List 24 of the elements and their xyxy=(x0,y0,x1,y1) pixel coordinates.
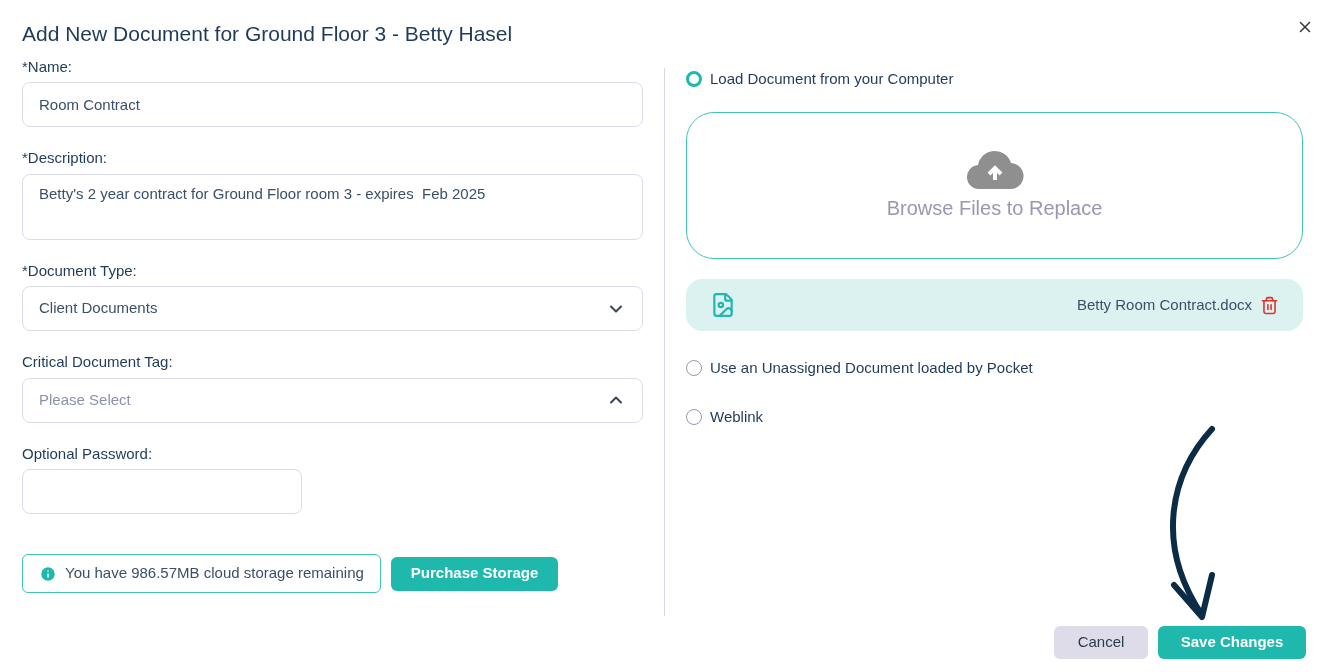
delete-icon[interactable] xyxy=(1260,295,1279,315)
name-field[interactable]: Room Contract xyxy=(22,82,643,127)
info-icon xyxy=(39,564,57,583)
field-label: *Description: xyxy=(22,148,108,168)
radio-label[interactable]: Use an Unassigned Document loaded by Pocket xyxy=(710,357,1033,380)
file-image-icon xyxy=(710,292,736,318)
radio-label[interactable]: Load Document from your Computer xyxy=(710,67,954,90)
dropdown-value: Client Documents xyxy=(39,298,158,319)
dropdown-placeholder: Please Select xyxy=(39,389,131,410)
dialog-title: Add New Document for Ground Floor 3 - Betty Hasel xyxy=(22,21,513,47)
field-label: *Name: xyxy=(22,56,73,77)
field-label: *Document Type: xyxy=(22,260,137,281)
cancel-button[interactable]: Cancel xyxy=(1054,625,1148,659)
storage-text: You have 986.57MB cloud storage remaining xyxy=(65,563,364,584)
file-name: Betty Room Contract.docx xyxy=(1076,294,1252,315)
radio-label[interactable]: Weblink xyxy=(710,405,764,428)
field-label: Optional Password: xyxy=(22,443,153,464)
description-field[interactable]: Betty's 2 year contract for Ground Floor room 3 - expires Feb 2025 xyxy=(22,173,643,240)
dropdown-field[interactable]: Client Documents xyxy=(22,286,643,331)
cloud-upload-icon xyxy=(965,148,1024,189)
radio-button[interactable] xyxy=(686,70,702,87)
password-field[interactable] xyxy=(22,469,302,514)
browse-files-text: Browse Files to Replace xyxy=(886,195,1103,221)
field-label: Critical Document Tag: xyxy=(22,352,173,372)
